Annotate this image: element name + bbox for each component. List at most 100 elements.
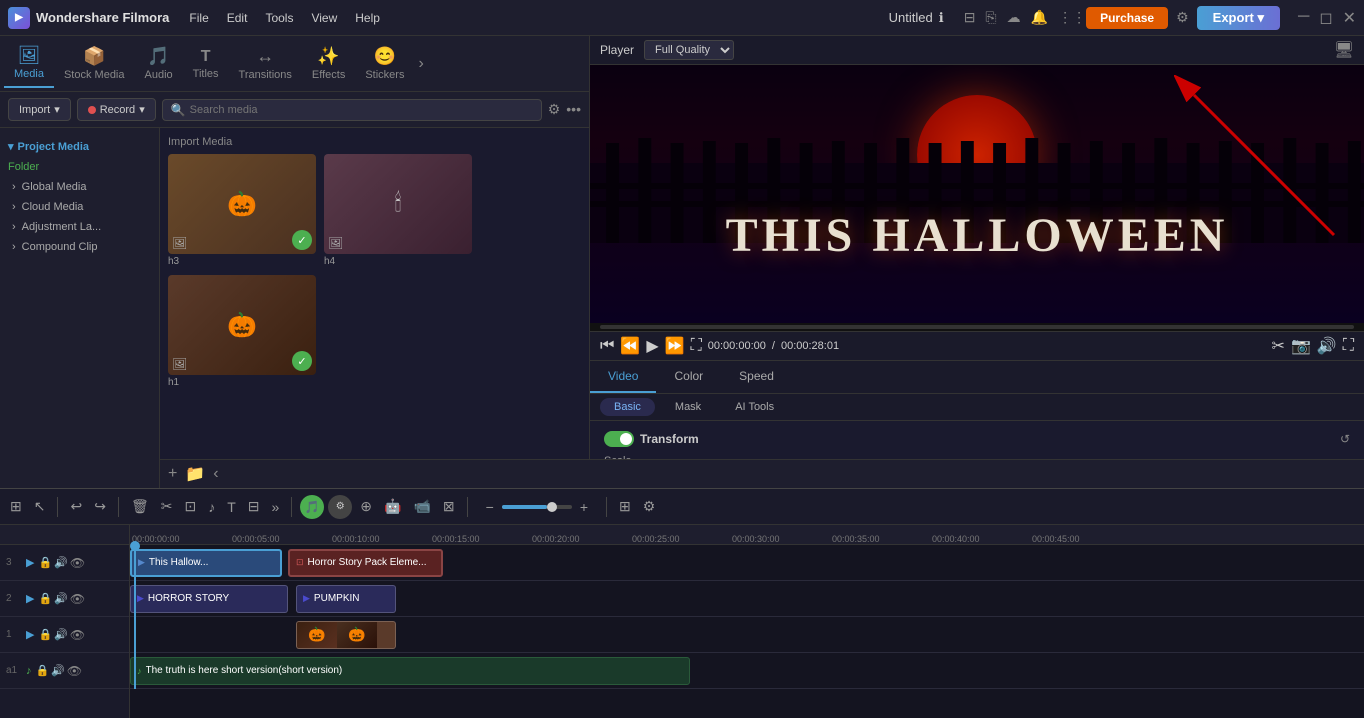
skip-back-button[interactable]: ⏮ [600, 337, 614, 355]
add-folder-btn[interactable]: + [168, 465, 177, 483]
more-options-icon[interactable]: ••• [566, 101, 581, 118]
export-button[interactable]: Export ▾ [1197, 6, 1280, 30]
settings-tl-button[interactable]: ⚙ [639, 496, 660, 517]
transform-button[interactable]: ⊟ [244, 496, 264, 517]
redo-button[interactable]: ↪ [90, 496, 110, 517]
playhead[interactable] [134, 545, 136, 689]
volume-button[interactable]: 🔊 [1317, 336, 1337, 356]
notification-icon[interactable]: 🔔 [1031, 9, 1048, 26]
more-tools-button[interactable]: » [267, 497, 283, 517]
multi-cam-button[interactable]: 📹 [409, 496, 434, 517]
track-audio-3[interactable]: 🔊 [54, 556, 68, 569]
track-lock-2[interactable]: 🔒 [38, 592, 52, 605]
sidebar-item-compound-clip[interactable]: › Compound Clip [0, 237, 159, 257]
media-item-h3[interactable]: 🎃 ✓ 🖼 h3 [168, 154, 316, 267]
select-tool-button[interactable]: ↖ [30, 496, 50, 517]
tab-transitions[interactable]: ↔ Transitions [229, 40, 302, 87]
tab-effects[interactable]: ✨ Effects [302, 40, 355, 87]
split-button[interactable]: ✂ [1272, 336, 1285, 356]
import-button[interactable]: Import ▾ [8, 98, 71, 121]
quality-select[interactable]: Full Quality [644, 40, 734, 60]
tab-video[interactable]: Video [590, 361, 656, 393]
progress-bar[interactable] [600, 325, 1354, 329]
crop-button[interactable]: ⊡ [180, 496, 200, 517]
clip-pumpkin[interactable]: ▶ PUMPKIN [296, 585, 396, 613]
track-lock-a1[interactable]: 🔒 [36, 664, 50, 677]
clip-h3-thumbnail[interactable]: 🎃 🎃 [296, 621, 396, 649]
tab-titles[interactable]: T Titles [183, 42, 229, 86]
media-item-h1[interactable]: 🎃 ✓ 🖼 h1 [168, 275, 316, 388]
minus-button[interactable]: − [482, 497, 498, 517]
transform-toggle[interactable] [604, 431, 634, 447]
layout-button[interactable]: ⊞ [615, 496, 635, 517]
grid-icon[interactable]: ⋮⋮ [1058, 9, 1086, 26]
filter-icon[interactable]: ⚙ [548, 101, 561, 118]
menu-file[interactable]: File [189, 11, 208, 25]
clip-audio-truth[interactable]: ♪ The truth is here short version(short … [130, 657, 690, 685]
track-eye-3[interactable]: 👁 [70, 556, 85, 570]
clip-ai-button[interactable]: 🤖 [380, 496, 405, 517]
tab-stock-media[interactable]: 📦 Stock Media [54, 40, 135, 87]
resize-button[interactable]: ⛶ [1343, 336, 1354, 356]
minimize-project-icon[interactable]: ⊟ [964, 9, 976, 26]
split-audio-button[interactable]: ⊕ [356, 496, 376, 517]
clip-this-halloween[interactable]: ▶ This Hallow... [130, 549, 282, 577]
tab-speed[interactable]: Speed [721, 361, 792, 393]
fullscreen-button[interactable]: ⛶ [691, 337, 702, 355]
search-input[interactable] [190, 104, 533, 116]
delete-button[interactable]: 🗑 [127, 496, 153, 517]
track-eye-a1[interactable]: 👁 [67, 664, 82, 678]
tab-media[interactable]: 🖼 Media [4, 39, 54, 88]
screen-view-icon[interactable]: 🖥 [1334, 40, 1354, 60]
undo-button[interactable]: ↩ [66, 496, 86, 517]
frame-back-button[interactable]: ⏪ [620, 336, 640, 356]
purchase-button[interactable]: Purchase [1086, 7, 1168, 29]
plus-button[interactable]: + [576, 497, 592, 517]
folder-button[interactable]: Folder [0, 157, 159, 177]
scene-add-button[interactable]: ⊞ [6, 496, 26, 517]
track-audio-2[interactable]: 🔊 [54, 592, 68, 605]
clip-horror-story-elements[interactable]: ⊡ Horror Story Pack Eleme... [288, 549, 443, 577]
play-pause-button[interactable]: ▶ [646, 336, 658, 356]
collapse-icon[interactable]: ‹ [213, 465, 218, 483]
progress-bar-container[interactable] [590, 323, 1364, 331]
media-item-h4[interactable]: 🕯 🖼 h4 [324, 154, 472, 267]
track-audio-a1[interactable]: 🔊 [51, 664, 65, 677]
subtab-ai-tools[interactable]: AI Tools [721, 398, 788, 416]
menu-tools[interactable]: Tools [265, 11, 293, 25]
audio-active-button[interactable]: 🎵 [300, 495, 324, 519]
subtab-basic[interactable]: Basic [600, 398, 655, 416]
duplicate-icon[interactable]: ⎘ [985, 9, 996, 26]
menu-edit[interactable]: Edit [227, 11, 248, 25]
tab-stickers[interactable]: 😊 Stickers [355, 40, 414, 87]
track-eye-2[interactable]: 👁 [70, 592, 85, 606]
menu-help[interactable]: Help [355, 11, 380, 25]
maximize-button[interactable]: ◻ [1319, 8, 1332, 28]
tab-audio[interactable]: 🎵 Audio [135, 40, 183, 87]
minimize-button[interactable]: ─ [1298, 8, 1309, 28]
cloud-icon[interactable]: ☁ [1007, 9, 1021, 26]
speed-button[interactable]: ⚙ [328, 495, 352, 519]
sidebar-item-cloud-media[interactable]: › Cloud Media [0, 197, 159, 217]
subtab-mask[interactable]: Mask [661, 398, 715, 416]
tab-more-arrow[interactable]: › [418, 55, 423, 73]
track-lock-1[interactable]: 🔒 [38, 628, 52, 641]
track-lock-3[interactable]: 🔒 [38, 556, 52, 569]
volume-slider[interactable] [502, 505, 572, 509]
cut-button[interactable]: ✂ [157, 496, 177, 517]
frame-forward-button[interactable]: ⏩ [665, 336, 685, 356]
pip-button[interactable]: ⊠ [439, 496, 459, 517]
project-media-header[interactable]: ▾ Project Media [0, 136, 159, 157]
search-box[interactable]: 🔍 [162, 99, 542, 121]
close-button[interactable]: ✕ [1343, 8, 1356, 28]
sidebar-item-adjustment-layer[interactable]: › Adjustment La... [0, 217, 159, 237]
tab-color[interactable]: Color [656, 361, 721, 393]
transform-reset-icon[interactable]: ↺ [1340, 432, 1350, 446]
menu-view[interactable]: View [311, 11, 337, 25]
settings-icon[interactable]: ⚙ [1176, 9, 1189, 26]
sidebar-item-global-media[interactable]: › Global Media [0, 177, 159, 197]
clip-horror-story[interactable]: ▶ HORROR STORY [130, 585, 288, 613]
text-button[interactable]: T [223, 497, 240, 517]
track-audio-1[interactable]: 🔊 [54, 628, 68, 641]
folder-icon[interactable]: 📁 [185, 464, 205, 484]
